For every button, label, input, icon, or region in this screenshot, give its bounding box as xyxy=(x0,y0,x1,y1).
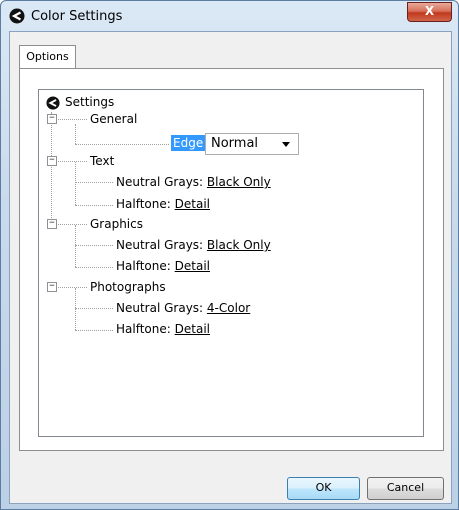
cancel-button[interactable]: Cancel xyxy=(367,477,444,500)
text-neutral-grays-item: Neutral Grays: Black Only xyxy=(116,175,271,189)
edge-control-value: Normal xyxy=(211,136,259,151)
app-icon xyxy=(9,8,25,24)
tree-line xyxy=(75,162,76,205)
collapse-general-icon[interactable]: − xyxy=(47,114,57,124)
photographs-halftone-item: Halftone: Detail xyxy=(116,322,210,336)
tree-node-text[interactable]: Text xyxy=(90,154,114,169)
graphics-neutral-grays-item: Neutral Grays: Black Only xyxy=(116,238,271,252)
tree-line xyxy=(55,224,87,225)
text-neutral-grays-link[interactable]: Black Only xyxy=(207,175,271,189)
chevron-down-icon xyxy=(282,142,290,147)
tab-options[interactable]: Options xyxy=(19,45,76,68)
tree-line xyxy=(75,330,113,331)
tree-line xyxy=(75,182,113,183)
text-halftone-link[interactable]: Detail xyxy=(175,197,210,211)
settings-tree[interactable]: Settings − General Edge Control: Normal … xyxy=(38,89,424,437)
settings-icon xyxy=(46,96,60,110)
title-bar[interactable]: Color Settings X xyxy=(1,1,458,31)
dialog-window: Color Settings X Options Settings − Gene… xyxy=(0,0,459,510)
collapse-graphics-icon[interactable]: − xyxy=(47,219,57,229)
tree-root-settings[interactable]: Settings xyxy=(65,95,114,110)
tree-line xyxy=(51,112,52,220)
tree-node-photographs[interactable]: Photographs xyxy=(90,280,166,295)
tree-line xyxy=(55,161,87,162)
collapse-photographs-icon[interactable]: − xyxy=(47,282,57,292)
tree-line xyxy=(75,308,113,309)
photographs-neutral-grays-link[interactable]: 4-Color xyxy=(207,301,250,315)
tree-line xyxy=(75,225,76,267)
dialog-client-area: Options Settings − General Edge Normal −… xyxy=(9,31,452,504)
collapse-text-icon[interactable]: − xyxy=(47,156,57,166)
tree-line xyxy=(75,124,76,144)
close-button[interactable]: X xyxy=(407,2,452,22)
tree-node-graphics[interactable]: Graphics xyxy=(90,217,143,232)
graphics-halftone-link[interactable]: Detail xyxy=(175,259,210,273)
tree-line xyxy=(75,245,113,246)
photographs-halftone-link[interactable]: Detail xyxy=(175,322,210,336)
window-title: Color Settings xyxy=(31,9,123,24)
tree-line xyxy=(75,288,76,330)
tree-line xyxy=(75,144,169,145)
photographs-neutral-grays-item: Neutral Grays: 4-Color xyxy=(116,301,251,315)
tree-node-general[interactable]: General xyxy=(90,112,137,127)
tree-line xyxy=(75,205,113,206)
text-halftone-item: Halftone: Detail xyxy=(116,197,210,211)
options-tab-panel: Settings − General Edge Control: Normal … xyxy=(19,68,444,451)
graphics-halftone-item: Halftone: Detail xyxy=(116,259,210,273)
edge-control-dropdown[interactable]: Normal xyxy=(205,133,299,155)
tree-line xyxy=(75,267,113,268)
ok-button[interactable]: OK xyxy=(287,477,360,500)
tree-line xyxy=(55,287,87,288)
tree-line xyxy=(55,119,87,120)
graphics-neutral-grays-link[interactable]: Black Only xyxy=(207,238,271,252)
close-icon: X xyxy=(424,4,435,18)
